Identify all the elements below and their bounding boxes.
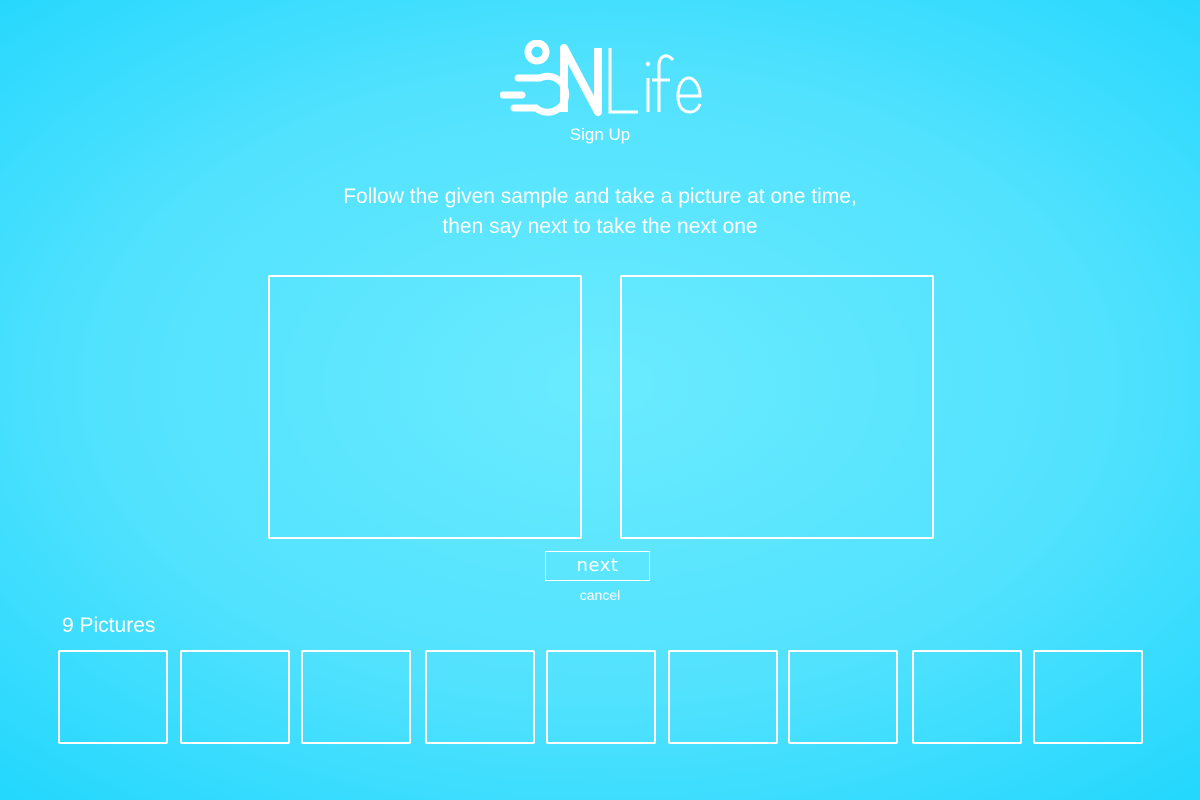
picture-slot-9[interactable] (1033, 650, 1143, 744)
instructions-text: Follow the given sample and take a pictu… (0, 182, 1200, 242)
instructions-line-2: then say next to take the next one (442, 215, 758, 238)
app-logo (500, 40, 705, 118)
next-button[interactable]: next (545, 551, 650, 581)
picture-slot-2[interactable] (180, 650, 290, 744)
picture-slot-5[interactable] (546, 650, 656, 744)
picture-slot-4[interactable] (425, 650, 535, 744)
instructions-line-1: Follow the given sample and take a pictu… (343, 185, 857, 208)
wheelchair-logo-icon (500, 40, 702, 116)
picture-slot-8[interactable] (912, 650, 1022, 744)
page-subtitle: Sign Up (569, 125, 631, 144)
picture-slot-3[interactable] (301, 650, 411, 744)
sample-image-frame (268, 275, 582, 539)
pictures-count-label: 9 Pictures (62, 614, 156, 637)
picture-slot-1[interactable] (58, 650, 168, 744)
camera-preview-frame (620, 275, 934, 539)
picture-slot-7[interactable] (788, 650, 898, 744)
picture-slot-6[interactable] (668, 650, 778, 744)
cancel-link[interactable]: cancel (0, 587, 1200, 603)
